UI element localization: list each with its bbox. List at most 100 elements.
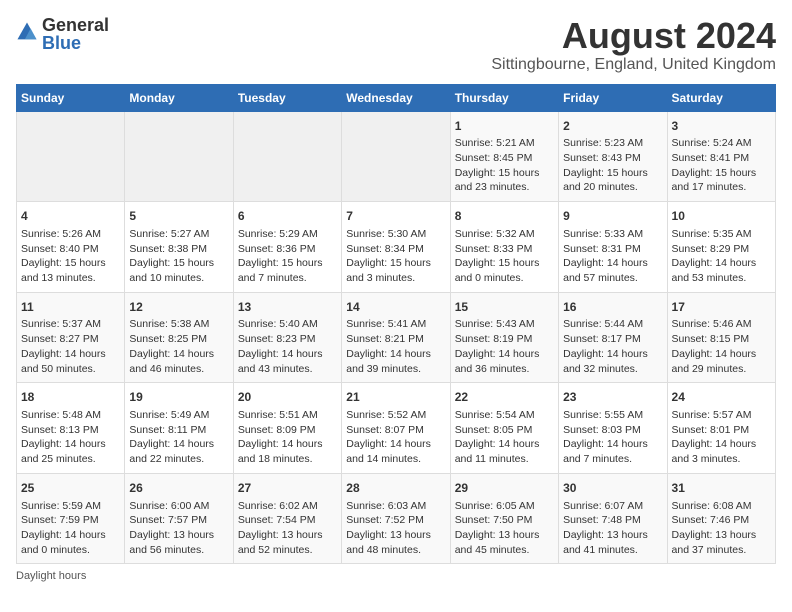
header-day-saturday: Saturday	[667, 84, 775, 111]
day-info: Sunrise: 5:21 AM Sunset: 8:45 PM Dayligh…	[455, 136, 554, 195]
header-day-wednesday: Wednesday	[342, 84, 450, 111]
day-info: Sunrise: 5:46 AM Sunset: 8:15 PM Dayligh…	[672, 317, 771, 376]
calendar-cell: 29 Sunrise: 6:05 AM Sunset: 7:50 PM Dayli…	[450, 473, 558, 564]
day-number: 15	[455, 299, 554, 316]
day-info: Sunrise: 5:44 AM Sunset: 8:17 PM Dayligh…	[563, 317, 662, 376]
title-section: August 2024 Sittingbourne, England, Unit…	[491, 16, 776, 74]
day-info: Sunrise: 5:57 AM Sunset: 8:01 PM Dayligh…	[672, 408, 771, 467]
day-number: 9	[563, 208, 662, 225]
day-info: Sunrise: 5:29 AM Sunset: 8:36 PM Dayligh…	[238, 227, 337, 286]
calendar-cell: 30 Sunrise: 6:07 AM Sunset: 7:48 PM Dayli…	[559, 473, 667, 564]
calendar-cell: 4 Sunrise: 5:26 AM Sunset: 8:40 PM Daylig…	[17, 202, 125, 293]
header-day-thursday: Thursday	[450, 84, 558, 111]
day-info: Sunrise: 5:32 AM Sunset: 8:33 PM Dayligh…	[455, 227, 554, 286]
day-number: 14	[346, 299, 445, 316]
calendar-cell: 15Sunrise: 5:43 AM Sunset: 8:19 PM Dayli…	[450, 292, 558, 383]
calendar-cell: 23Sunrise: 5:55 AM Sunset: 8:03 PM Dayli…	[559, 383, 667, 474]
day-info: Sunrise: 5:43 AM Sunset: 8:19 PM Dayligh…	[455, 317, 554, 376]
calendar-cell	[125, 111, 233, 202]
calendar-cell: 27 Sunrise: 6:02 AM Sunset: 7:54 PM Dayli…	[233, 473, 341, 564]
day-number: 11	[21, 299, 120, 316]
day-info: Sunrise: 5:23 AM Sunset: 8:43 PM Dayligh…	[563, 136, 662, 195]
day-info: Sunrise: 6:07 AM Sunset: 7:48 PM Dayligh…	[563, 499, 662, 558]
calendar-cell: 5 Sunrise: 5:27 AM Sunset: 8:38 PM Daylig…	[125, 202, 233, 293]
calendar-cell: 14Sunrise: 5:41 AM Sunset: 8:21 PM Dayli…	[342, 292, 450, 383]
day-info: Sunrise: 5:37 AM Sunset: 8:27 PM Dayligh…	[21, 317, 120, 376]
day-number: 6	[238, 208, 337, 225]
calendar-table: SundayMondayTuesdayWednesdayThursdayFrid…	[16, 84, 776, 565]
day-number: 27	[238, 480, 337, 497]
day-info: Sunrise: 5:38 AM Sunset: 8:25 PM Dayligh…	[129, 317, 228, 376]
day-info: Sunrise: 5:59 AM Sunset: 7:59 PM Dayligh…	[21, 499, 120, 558]
day-number: 31	[672, 480, 771, 497]
day-info: Sunrise: 6:02 AM Sunset: 7:54 PM Dayligh…	[238, 499, 337, 558]
calendar-week-row: 1Sunrise: 5:21 AM Sunset: 8:45 PM Daylig…	[17, 111, 776, 202]
logo-icon	[16, 21, 38, 43]
calendar-cell: 10Sunrise: 5:35 AM Sunset: 8:29 PM Dayli…	[667, 202, 775, 293]
calendar-week-row: 11Sunrise: 5:37 AM Sunset: 8:27 PM Dayli…	[17, 292, 776, 383]
calendar-week-row: 18Sunrise: 5:48 AM Sunset: 8:13 PM Dayli…	[17, 383, 776, 474]
calendar-cell: 9 Sunrise: 5:33 AM Sunset: 8:31 PM Daylig…	[559, 202, 667, 293]
day-number: 10	[672, 208, 771, 225]
calendar-cell: 2Sunrise: 5:23 AM Sunset: 8:43 PM Daylig…	[559, 111, 667, 202]
day-number: 13	[238, 299, 337, 316]
calendar-cell: 11Sunrise: 5:37 AM Sunset: 8:27 PM Dayli…	[17, 292, 125, 383]
day-info: Sunrise: 6:08 AM Sunset: 7:46 PM Dayligh…	[672, 499, 771, 558]
day-number: 23	[563, 389, 662, 406]
day-number: 18	[21, 389, 120, 406]
header-day-tuesday: Tuesday	[233, 84, 341, 111]
day-info: Sunrise: 5:54 AM Sunset: 8:05 PM Dayligh…	[455, 408, 554, 467]
logo-text-general: General	[42, 16, 109, 34]
day-info: Sunrise: 5:49 AM Sunset: 8:11 PM Dayligh…	[129, 408, 228, 467]
calendar-header-row: SundayMondayTuesdayWednesdayThursdayFrid…	[17, 84, 776, 111]
month-title: August 2024	[491, 16, 776, 56]
day-number: 30	[563, 480, 662, 497]
day-info: Sunrise: 5:26 AM Sunset: 8:40 PM Dayligh…	[21, 227, 120, 286]
day-number: 29	[455, 480, 554, 497]
day-number: 25	[21, 480, 120, 497]
calendar-cell: 24 Sunrise: 5:57 AM Sunset: 8:01 PM Dayli…	[667, 383, 775, 474]
calendar-cell: 7 Sunrise: 5:30 AM Sunset: 8:34 PM Daylig…	[342, 202, 450, 293]
day-info: Sunrise: 5:51 AM Sunset: 8:09 PM Dayligh…	[238, 408, 337, 467]
day-number: 7	[346, 208, 445, 225]
day-number: 12	[129, 299, 228, 316]
day-number: 22	[455, 389, 554, 406]
logo: General Blue	[16, 16, 109, 52]
day-number: 24	[672, 389, 771, 406]
calendar-cell: 3Sunrise: 5:24 AM Sunset: 8:41 PM Daylig…	[667, 111, 775, 202]
day-info: Sunrise: 5:27 AM Sunset: 8:38 PM Dayligh…	[129, 227, 228, 286]
calendar-cell: 26Sunrise: 6:00 AM Sunset: 7:57 PM Dayli…	[125, 473, 233, 564]
calendar-cell: 19Sunrise: 5:49 AM Sunset: 8:11 PM Dayli…	[125, 383, 233, 474]
calendar-cell	[233, 111, 341, 202]
day-number: 4	[21, 208, 120, 225]
day-number: 3	[672, 118, 771, 135]
day-number: 28	[346, 480, 445, 497]
day-number: 21	[346, 389, 445, 406]
calendar-cell: 25 Sunrise: 5:59 AM Sunset: 7:59 PM Dayli…	[17, 473, 125, 564]
day-number: 16	[563, 299, 662, 316]
day-info: Sunrise: 5:52 AM Sunset: 8:07 PM Dayligh…	[346, 408, 445, 467]
calendar-week-row: 25 Sunrise: 5:59 AM Sunset: 7:59 PM Dayli…	[17, 473, 776, 564]
footer-note: Daylight hours	[16, 570, 776, 582]
day-number: 5	[129, 208, 228, 225]
day-info: Sunrise: 5:33 AM Sunset: 8:31 PM Dayligh…	[563, 227, 662, 286]
calendar-week-row: 4 Sunrise: 5:26 AM Sunset: 8:40 PM Daylig…	[17, 202, 776, 293]
calendar-cell: 22 Sunrise: 5:54 AM Sunset: 8:05 PM Dayli…	[450, 383, 558, 474]
calendar-cell: 12Sunrise: 5:38 AM Sunset: 8:25 PM Dayli…	[125, 292, 233, 383]
day-info: Sunrise: 5:24 AM Sunset: 8:41 PM Dayligh…	[672, 136, 771, 195]
day-number: 20	[238, 389, 337, 406]
page-header: General Blue August 2024 Sittingbourne, …	[16, 16, 776, 74]
calendar-cell: 16Sunrise: 5:44 AM Sunset: 8:17 PM Dayli…	[559, 292, 667, 383]
calendar-cell: 21 Sunrise: 5:52 AM Sunset: 8:07 PM Dayli…	[342, 383, 450, 474]
day-info: Sunrise: 6:00 AM Sunset: 7:57 PM Dayligh…	[129, 499, 228, 558]
day-number: 1	[455, 118, 554, 135]
calendar-cell	[342, 111, 450, 202]
day-number: 2	[563, 118, 662, 135]
calendar-cell: 8 Sunrise: 5:32 AM Sunset: 8:33 PM Daylig…	[450, 202, 558, 293]
day-info: Sunrise: 6:05 AM Sunset: 7:50 PM Dayligh…	[455, 499, 554, 558]
day-info: Sunrise: 5:30 AM Sunset: 8:34 PM Dayligh…	[346, 227, 445, 286]
calendar-cell: 1Sunrise: 5:21 AM Sunset: 8:45 PM Daylig…	[450, 111, 558, 202]
day-info: Sunrise: 5:40 AM Sunset: 8:23 PM Dayligh…	[238, 317, 337, 376]
header-day-sunday: Sunday	[17, 84, 125, 111]
day-number: 8	[455, 208, 554, 225]
